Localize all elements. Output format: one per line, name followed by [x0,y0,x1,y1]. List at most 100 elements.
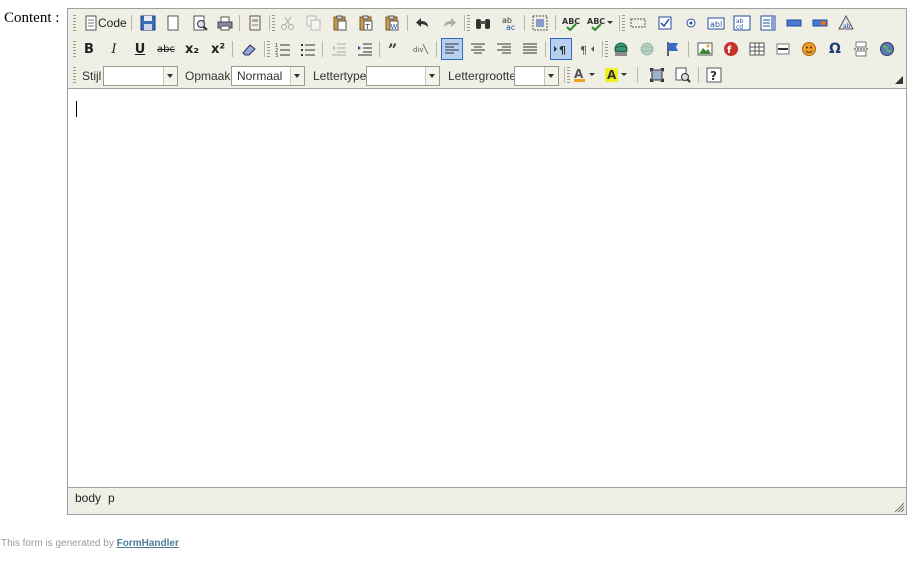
iframe-button[interactable] [876,38,898,60]
toolbar-grip[interactable] [272,15,275,31]
formhandler-link[interactable]: FormHandler [117,538,179,549]
toolbar-grip[interactable] [605,41,608,57]
toolbar-separator [619,15,620,31]
save-button[interactable] [137,12,159,34]
bold-button[interactable]: B [78,38,100,60]
editor-content-area[interactable] [68,88,906,488]
style-combo[interactable] [103,66,178,86]
outdent-button[interactable] [328,38,350,60]
spellcheck-button[interactable]: ABC [560,12,582,34]
insert-link-button[interactable] [610,38,632,60]
toolbar-grip[interactable] [73,15,76,31]
textarea-button[interactable]: ab cd [731,12,753,34]
resize-grip-icon[interactable] [894,502,905,513]
subscript-button[interactable]: x₂ [181,38,203,60]
toolbar-grip[interactable] [567,67,570,83]
paste-button[interactable] [329,12,351,34]
toolbar-separator [555,15,556,31]
underline-button[interactable]: U [129,38,151,60]
justify-button[interactable] [519,38,541,60]
image-button-tool[interactable] [809,12,831,34]
insert-flash-button[interactable]: f [720,38,742,60]
select-all-button[interactable] [529,12,551,34]
font-size-combo[interactable] [514,66,559,86]
chevron-down-icon[interactable] [425,67,439,85]
text-field-icon: abl [707,17,725,30]
chevron-down-icon[interactable] [290,67,304,85]
svg-text:T: T [365,23,371,31]
numbered-list-button[interactable]: 123 [272,38,294,60]
text-direction-rtl-button[interactable]: ¶ [576,38,598,60]
blockquote-button[interactable]: ” [384,38,406,60]
preview-magnifier-icon [193,15,208,31]
toolbar-grip[interactable] [467,15,470,31]
align-center-button[interactable] [467,38,489,60]
paste-word-button[interactable]: W [381,12,403,34]
remove-link-button[interactable] [636,38,658,60]
chevron-down-icon[interactable] [163,67,177,85]
collapse-toolbar-icon[interactable] [895,76,903,84]
text-caret [76,101,77,117]
insert-image-button[interactable] [694,38,716,60]
toolbar-separator [698,67,699,83]
rich-text-editor: Code T W ab ac ABC ABC abl ab cd ab B I … [67,8,907,515]
find-button[interactable] [472,12,494,34]
image-button-icon [812,19,828,27]
radio-button-tool[interactable] [680,12,702,34]
insert-table-button[interactable] [746,38,768,60]
new-page-button[interactable] [162,12,184,34]
toolbar-separator [464,15,465,31]
text-color-button[interactable]: A [572,64,600,86]
chevron-down-icon[interactable] [544,67,558,85]
paste-word-icon: W [385,15,399,31]
print-button[interactable] [214,12,236,34]
cut-button[interactable] [277,12,299,34]
italic-button[interactable]: I [103,38,125,60]
templates-button[interactable] [244,12,266,34]
show-blocks-button[interactable] [672,64,694,86]
redo-button[interactable] [438,12,460,34]
align-right-icon [497,43,511,54]
superscript-button[interactable]: x² [207,38,229,60]
path-item-p[interactable]: p [108,491,115,505]
smiley-button[interactable] [798,38,820,60]
spellcheck-as-you-type-button[interactable]: ABC [586,12,614,34]
button-tool[interactable] [783,12,805,34]
create-div-button[interactable]: div [410,38,432,60]
select-field-button[interactable] [757,12,779,34]
toolbar-separator [602,41,603,57]
font-combo[interactable] [366,66,440,86]
paste-text-button[interactable]: T [355,12,377,34]
align-left-button[interactable] [441,38,463,60]
path-item-body[interactable]: body [75,491,101,505]
checkbox-button[interactable] [654,12,676,34]
toolbar-grip[interactable] [73,41,76,57]
toolbar-grip[interactable] [267,41,270,57]
anchor-button[interactable] [662,38,684,60]
strikethrough-button[interactable]: abc [155,38,177,60]
toolbar-grip[interactable] [73,67,76,83]
remove-format-button[interactable] [238,38,260,60]
undo-button[interactable] [412,12,434,34]
toolbar-separator [564,67,565,83]
preview-button[interactable] [189,12,211,34]
text-direction-ltr-button[interactable]: ¶ [550,38,572,60]
indent-button[interactable] [354,38,376,60]
maximize-button[interactable] [646,64,668,86]
about-button[interactable]: ? [703,64,725,86]
hidden-field-button[interactable]: ab [835,12,857,34]
bulleted-list-button[interactable] [297,38,319,60]
background-color-button[interactable]: A [604,64,632,86]
form-icon [630,18,646,28]
format-combo[interactable]: Normaal [231,66,305,86]
horizontal-rule-button[interactable] [772,38,794,60]
special-character-button[interactable]: Ω [824,38,846,60]
replace-button[interactable]: ab ac [498,12,520,34]
toolbar-grip[interactable] [622,15,625,31]
spellcheck-dropdown-icon: ABC [587,17,613,31]
copy-button[interactable] [303,12,325,34]
page-break-button[interactable] [850,38,872,60]
text-field-button[interactable]: abl [705,12,727,34]
form-button[interactable] [627,12,649,34]
align-right-button[interactable] [493,38,515,60]
